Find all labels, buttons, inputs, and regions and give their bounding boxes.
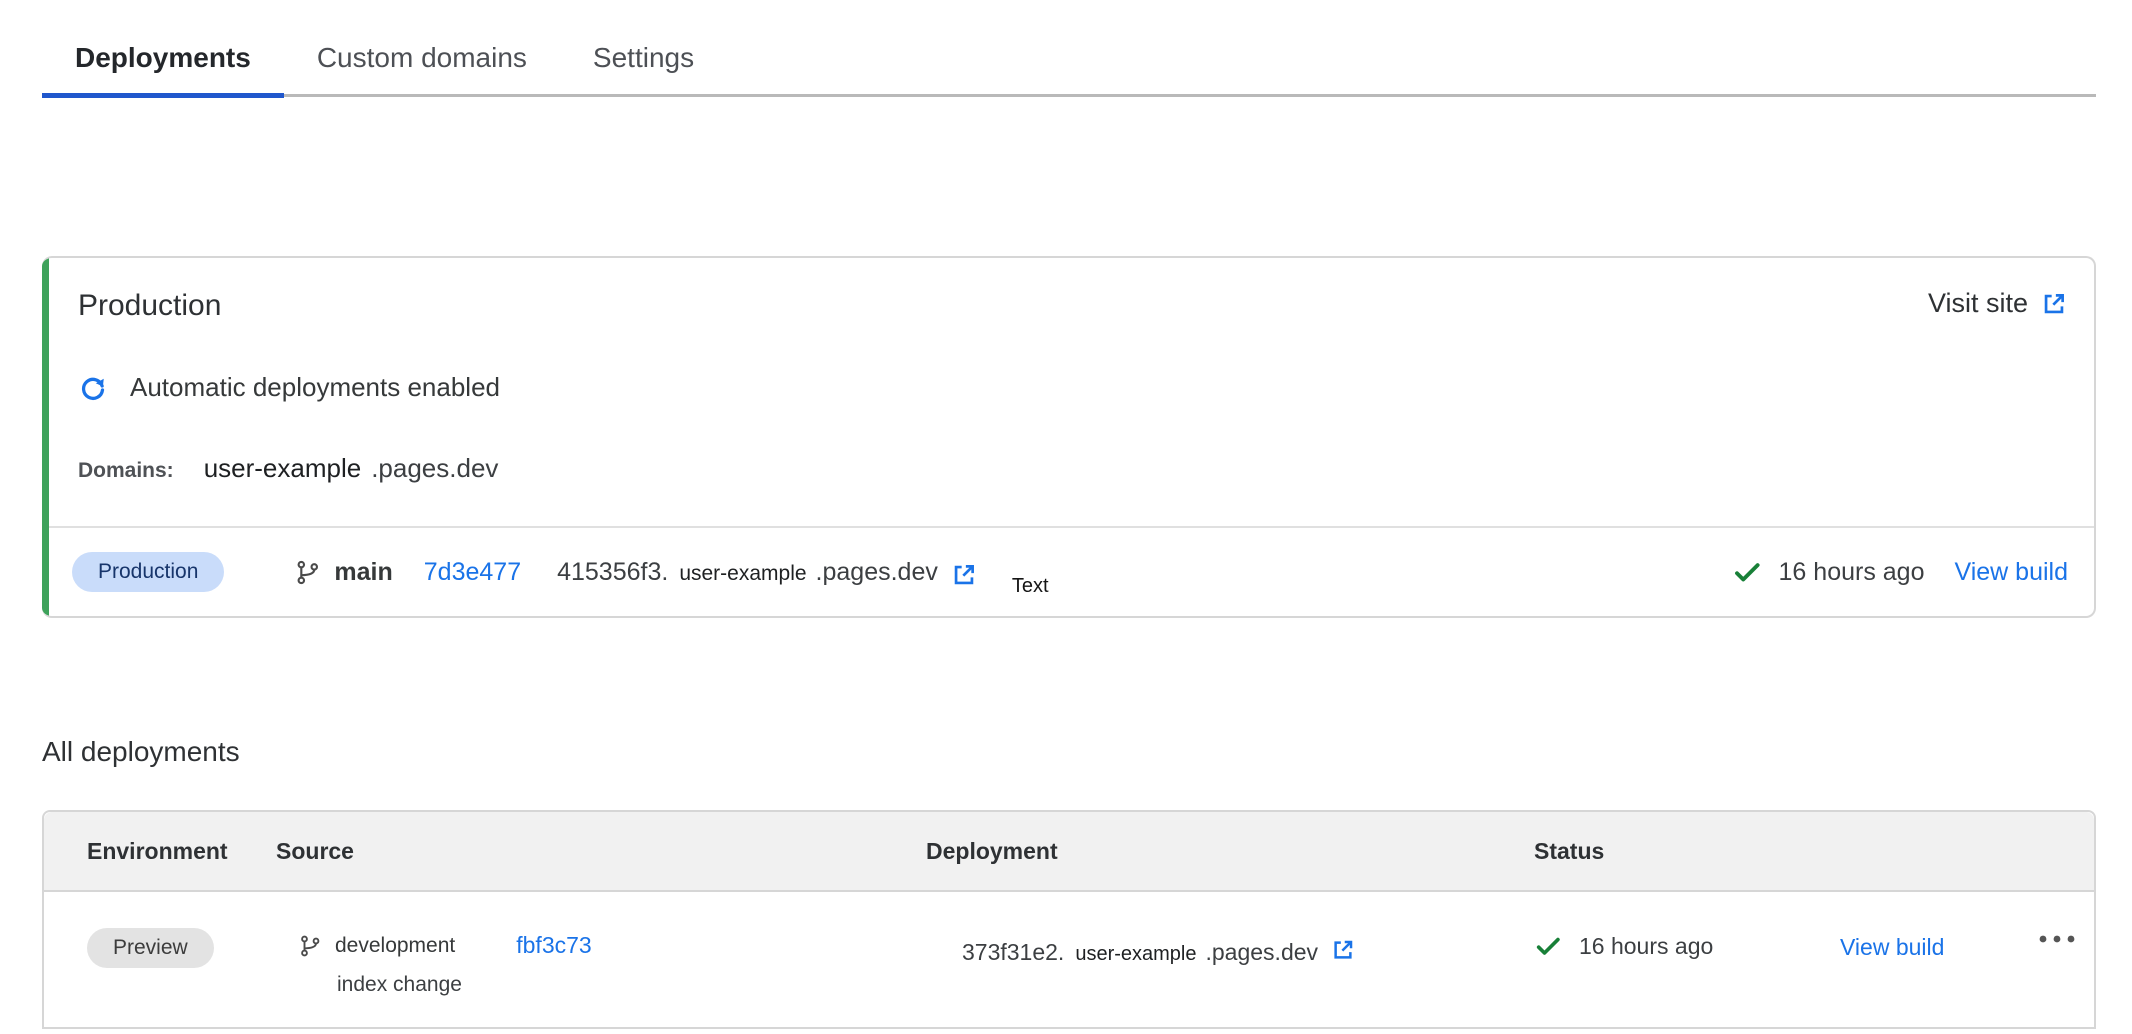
- tab-deployments-label: Deployments: [75, 42, 251, 74]
- refresh-icon: [78, 373, 108, 403]
- production-deployment-row: Production main 7d3e477: [42, 526, 2094, 616]
- deployments-table: Environment Source Deployment Status Pre…: [42, 810, 2096, 1029]
- visit-site-link[interactable]: Visit site: [1928, 288, 2068, 319]
- domain-name: user-example: [204, 453, 362, 484]
- deployment-url: 373f31e2. user-example .pages.dev: [962, 934, 1534, 966]
- deployment-hash: 415356f3.: [557, 558, 668, 587]
- deployment-suffix: .pages.dev: [816, 558, 938, 587]
- production-card: Production Visit site: [42, 256, 2096, 618]
- tab-bar: Deployments Custom domains Settings: [42, 22, 2096, 97]
- table-row-preview-deployment: Preview development fbf3c73: [44, 892, 2094, 1029]
- column-header-deployment: Deployment: [926, 838, 1534, 865]
- branch-name: development: [335, 934, 455, 958]
- environment-badge-production: Production: [72, 552, 224, 592]
- deployment-url: 415356f3. user-example .pages.dev: [557, 558, 938, 587]
- more-options-button[interactable]: [2036, 932, 2078, 946]
- production-card-title: Production: [78, 288, 221, 324]
- view-build-link[interactable]: View build: [1954, 558, 2068, 587]
- success-check-icon: [1534, 932, 1562, 960]
- production-card-accent-bar: [42, 258, 49, 616]
- external-link-icon[interactable]: [1330, 937, 1356, 963]
- branch-name: main: [334, 558, 392, 587]
- git-branch-icon: [298, 934, 322, 958]
- success-check-icon: [1732, 557, 1762, 587]
- domains-row: Domains: user-example .pages.dev: [78, 453, 2068, 526]
- tab-custom-domains[interactable]: Custom domains: [284, 22, 560, 98]
- domains-label: Domains:: [78, 459, 174, 483]
- tab-custom-domains-label: Custom domains: [317, 42, 527, 74]
- environment-badge-preview: Preview: [87, 928, 214, 968]
- commit-message: index change: [337, 973, 926, 997]
- external-link-icon[interactable]: [950, 561, 978, 589]
- external-link-icon: [2040, 290, 2068, 318]
- more-options-icon: [2036, 932, 2078, 946]
- column-header-environment: Environment: [44, 838, 276, 865]
- git-branch-icon: [294, 559, 321, 586]
- view-build-link[interactable]: View build: [1840, 934, 1944, 960]
- tab-settings-label: Settings: [593, 42, 694, 74]
- tab-deployments[interactable]: Deployments: [42, 22, 284, 98]
- deployments-table-header: Environment Source Deployment Status: [44, 812, 2094, 892]
- deployment-note: Text: [1012, 575, 1049, 598]
- deployment-time: 16 hours ago: [1779, 558, 1925, 587]
- deployment-domain: user-example: [679, 562, 806, 586]
- automatic-deployments-text: Automatic deployments enabled: [130, 372, 500, 403]
- column-header-source: Source: [276, 838, 926, 865]
- deployment-time: 16 hours ago: [1579, 933, 1713, 960]
- visit-site-label: Visit site: [1928, 288, 2028, 319]
- domain-suffix: .pages.dev: [371, 453, 498, 484]
- deployment-hash: 373f31e2.: [962, 939, 1064, 966]
- tab-settings[interactable]: Settings: [560, 22, 727, 98]
- column-header-status: Status: [1534, 838, 1780, 865]
- commit-link[interactable]: fbf3c73: [516, 932, 591, 959]
- deployment-suffix: .pages.dev: [1206, 939, 1319, 966]
- pages-project-deployments-screen: Deployments Custom domains Settings Prod…: [0, 22, 2132, 1034]
- deployment-domain: user-example: [1075, 943, 1196, 966]
- commit-link[interactable]: 7d3e477: [424, 558, 521, 587]
- automatic-deployments-status: Automatic deployments enabled: [78, 372, 2068, 403]
- all-deployments-title: All deployments: [42, 734, 240, 770]
